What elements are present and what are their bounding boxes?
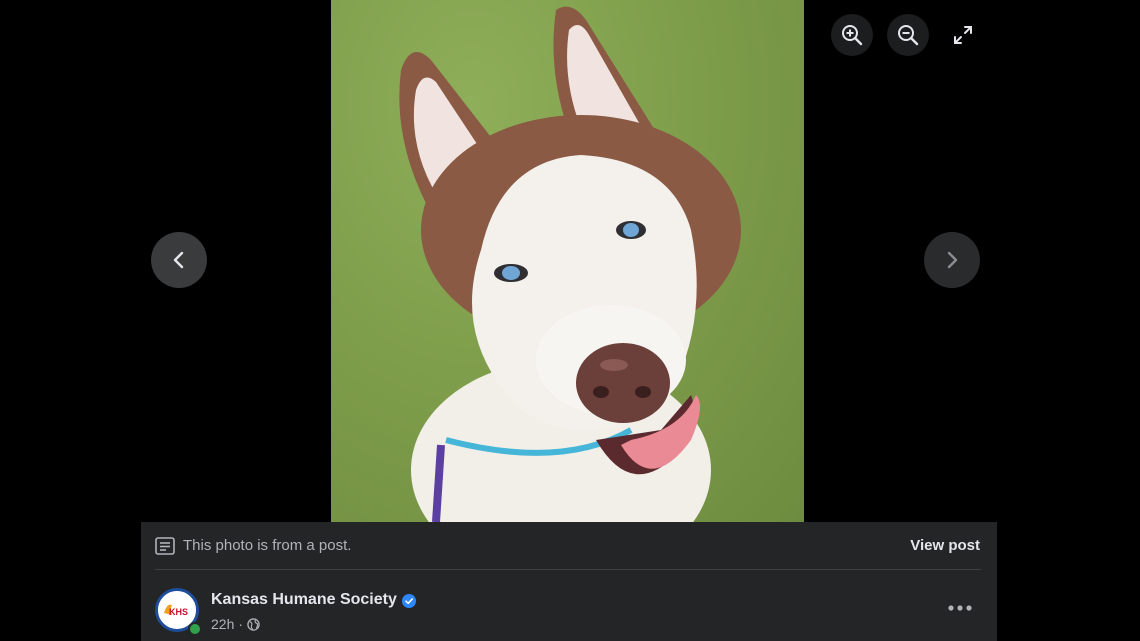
next-photo-button[interactable] xyxy=(924,232,980,288)
post-note-row: This photo is from a post. View post xyxy=(141,522,997,569)
chevron-left-icon xyxy=(173,251,184,269)
avatar-text: KHS xyxy=(169,607,188,617)
zoom-out-icon xyxy=(898,25,919,46)
zoom-in-button[interactable] xyxy=(831,14,873,56)
meta-separator: · xyxy=(238,616,244,632)
fullscreen-icon xyxy=(954,26,972,44)
post-note-text: This photo is from a post. xyxy=(183,537,352,554)
view-post-link[interactable]: View post xyxy=(910,537,980,554)
more-options-icon[interactable] xyxy=(945,598,975,618)
post-time[interactable]: 22h xyxy=(211,616,234,632)
divider xyxy=(155,569,981,570)
husky-illustration xyxy=(399,6,741,522)
fullscreen-button[interactable] xyxy=(942,14,984,56)
online-status-dot xyxy=(188,622,202,636)
post-meta: 22h · xyxy=(211,616,260,632)
page-name[interactable]: Kansas Humane Society xyxy=(211,591,397,609)
verified-badge-icon xyxy=(402,594,416,608)
post-info-panel: This photo is from a post. View post KHS… xyxy=(141,522,997,641)
post-photo[interactable] xyxy=(331,0,804,522)
photo-viewer xyxy=(0,0,1140,522)
chevron-right-icon xyxy=(947,251,958,269)
previous-photo-button[interactable] xyxy=(151,232,207,288)
globe-icon xyxy=(247,617,260,631)
zoom-in-icon xyxy=(842,25,863,46)
zoom-out-button[interactable] xyxy=(887,14,929,56)
document-icon xyxy=(155,537,175,555)
